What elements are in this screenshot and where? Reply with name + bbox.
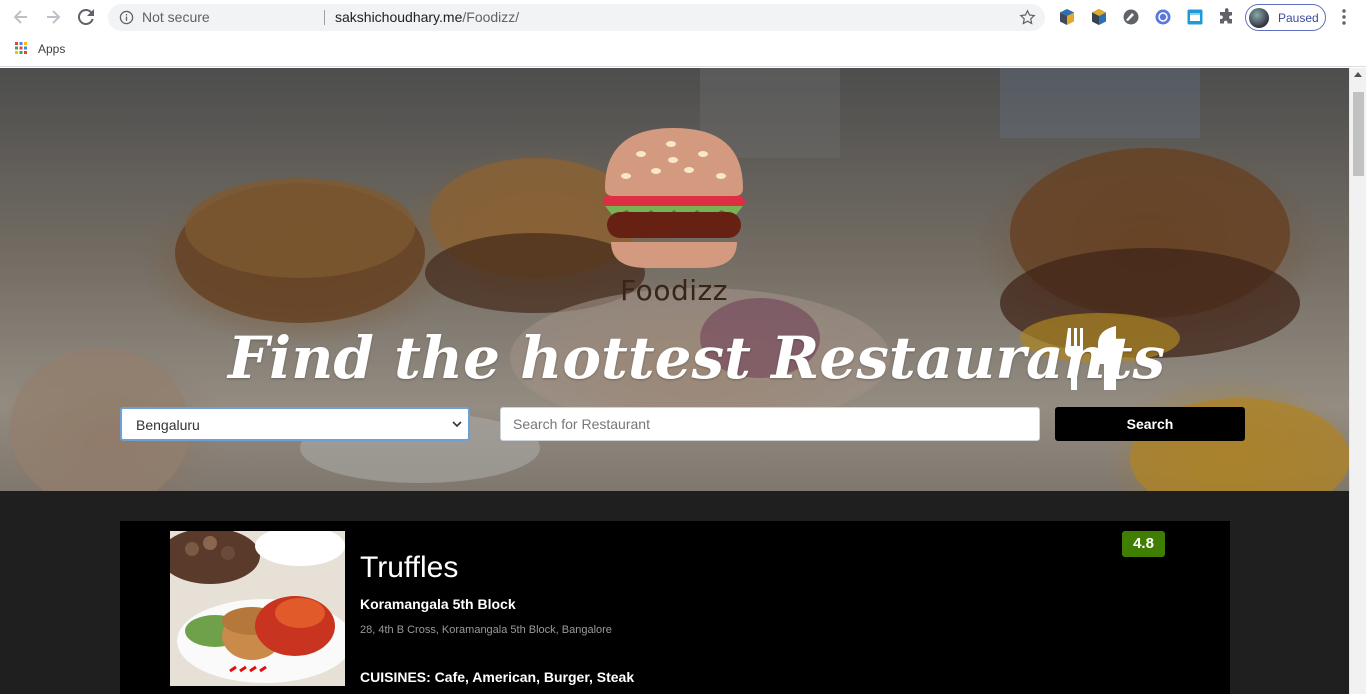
- brand-name: Foodizz: [620, 274, 728, 307]
- bookmarks-bar: Apps: [0, 35, 1366, 67]
- restaurant-search-input[interactable]: [500, 407, 1040, 441]
- search-button[interactable]: Search: [1055, 407, 1245, 441]
- extension-box-blue-icon[interactable]: [1090, 8, 1108, 26]
- divider: [324, 10, 325, 25]
- more-menu-icon[interactable]: [1336, 8, 1352, 26]
- cutlery-icon: [1065, 326, 1116, 390]
- reload-icon[interactable]: [75, 6, 97, 28]
- profile-status: Paused: [1278, 11, 1319, 25]
- rating-badge: 4.8: [1122, 531, 1165, 557]
- extension-window-icon[interactable]: [1186, 8, 1204, 26]
- city-select-value: Bengaluru: [136, 417, 200, 433]
- restaurant-cuisines: CUISINES: Cafe, American, Burger, Steak: [360, 669, 635, 685]
- hero-tagline: Find the hottest Restaurants: [228, 324, 1166, 392]
- extension-box-icon[interactable]: [1058, 8, 1076, 26]
- back-icon[interactable]: [10, 6, 32, 28]
- extension-globe-icon[interactable]: [1154, 8, 1172, 26]
- browser-toolbar: Not secure sakshichoudhary.me/Foodizz/ P…: [0, 0, 1366, 35]
- extensions-puzzle-icon[interactable]: [1218, 8, 1236, 26]
- url-path: /Foodizz/: [462, 9, 520, 25]
- restaurant-area: Koramangala 5th Block: [360, 596, 516, 612]
- hero-banner: Foodizz Find the hottest Restaurants Ben…: [0, 68, 1349, 491]
- restaurant-name[interactable]: Truffles: [360, 551, 458, 585]
- url-text[interactable]: sakshichoudhary.me/Foodizz/: [335, 10, 519, 25]
- restaurant-card[interactable]: Truffles Koramangala 5th Block 28, 4th B…: [120, 521, 1230, 694]
- extension-gauge-icon[interactable]: [1122, 8, 1140, 26]
- restaurant-results: Truffles Koramangala 5th Block 28, 4th B…: [0, 491, 1349, 694]
- bookmark-apps[interactable]: Apps: [38, 42, 65, 56]
- chevron-down-icon: [452, 421, 462, 428]
- apps-grid-icon[interactable]: [15, 42, 27, 54]
- page-scrollbar[interactable]: [1349, 68, 1366, 694]
- page-viewport: Foodizz Find the hottest Restaurants Ben…: [0, 68, 1349, 694]
- profile-button[interactable]: Paused: [1245, 4, 1326, 31]
- address-bar[interactable]: Not secure sakshichoudhary.me/Foodizz/: [108, 4, 1045, 31]
- info-icon[interactable]: [119, 10, 134, 25]
- url-host: sakshichoudhary.me: [335, 9, 463, 25]
- security-label: Not secure: [142, 9, 210, 25]
- scrollbar-thumb[interactable]: [1353, 92, 1364, 176]
- restaurant-image[interactable]: [170, 531, 345, 686]
- scroll-up-arrow-icon[interactable]: [1354, 72, 1362, 77]
- bookmark-star-icon[interactable]: [1019, 9, 1036, 26]
- restaurant-address: 28, 4th B Cross, Koramangala 5th Block, …: [360, 624, 612, 636]
- avatar: [1249, 8, 1269, 28]
- forward-icon[interactable]: [42, 6, 64, 28]
- city-select[interactable]: Bengaluru: [120, 407, 470, 441]
- burger-logo-icon: [603, 128, 745, 268]
